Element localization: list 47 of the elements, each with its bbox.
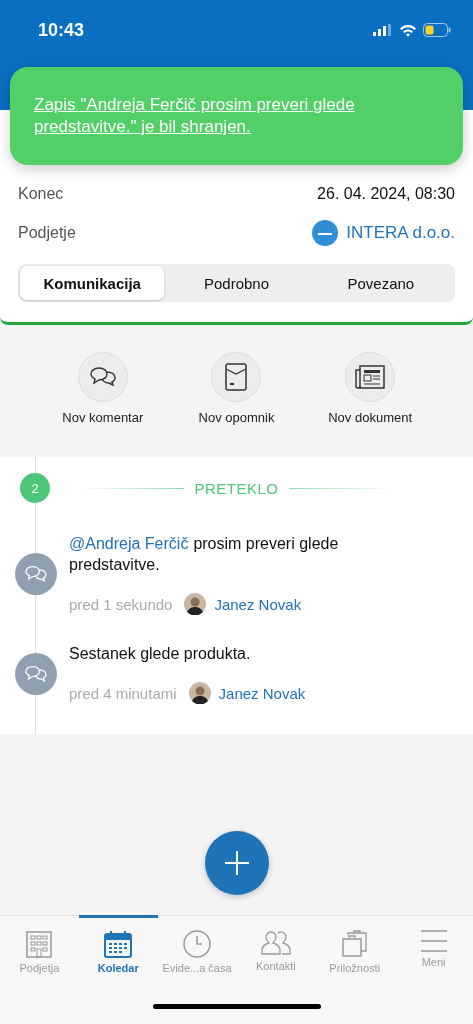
tab-bar-item[interactable]: Kontakti [236,915,316,988]
author-link[interactable]: Janez Novak [214,595,302,613]
comment-text: Sestanek glede produkta. [69,644,252,664]
action-label: Nov dokument [328,410,413,425]
company-logo-icon [312,219,339,246]
status-time: 10:43 [38,19,85,41]
company-link[interactable]: INTERA d.o.o. [346,222,455,243]
segment-tab[interactable]: Povezano [308,266,453,300]
signal-icon [373,24,393,36]
tab-bar-item[interactable]: Priložnosti [315,915,395,988]
action-label: Nov komentar [62,410,144,425]
detail-value: 26. 04. 2024, 08:30 [317,184,455,203]
comment-icon [15,553,57,595]
detail-label: Konec [18,184,64,203]
plus-icon [223,850,250,876]
action-label: Nov opomnik [198,410,275,425]
people-icon [260,930,291,956]
tab-bar-item[interactable]: Meni [394,915,473,988]
tab-bar-item[interactable]: Podjetja [0,915,79,988]
briefcases-icon [340,930,369,958]
section-heading: PRETEKLO [194,479,279,497]
segment-tab[interactable]: Podrobno [164,266,309,300]
note-card-icon [225,363,248,391]
speech-bubbles-icon [88,365,117,389]
wifi-icon [399,23,417,37]
calendar-icon [104,930,133,958]
add-button[interactable] [204,831,269,895]
action-button[interactable] [77,352,128,402]
menu-icon [420,930,447,952]
action-button[interactable] [211,352,262,402]
time-ago: pred 4 minutami [69,684,177,702]
battery-icon [423,23,451,37]
count-badge: 2 [20,473,50,503]
comment-icon [15,652,57,695]
newspaper-icon [355,365,386,389]
time-ago: pred 1 sekundo [69,595,173,613]
segment-tab[interactable]: Komunikacija [20,266,165,300]
tab-bar-item[interactable]: Evide...a časa [157,915,237,988]
detail-label: Podjetje [18,223,76,242]
author-link[interactable]: Janez Novak [218,684,306,702]
avatar-icon [184,593,207,615]
clock-icon [183,930,212,958]
building-icon [25,930,54,958]
comment-text: @Andreja Ferčič prosim preveri glede predstavitve. [69,534,340,575]
avatar-icon [188,682,211,704]
action-button[interactable] [345,352,396,402]
mention-link[interactable]: @Andreja Ferčič [69,535,189,552]
